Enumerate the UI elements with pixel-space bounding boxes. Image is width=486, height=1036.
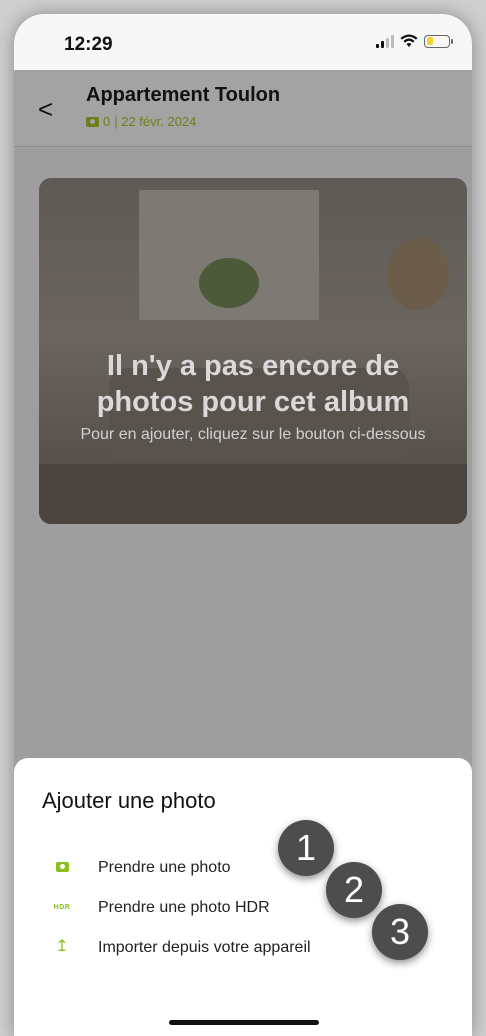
album-title: Appartement Toulon (86, 84, 281, 106)
empty-state-text: Il n'y a pas encore de photos pour cet a… (39, 348, 467, 446)
option-label: Prendre une photo HDR (98, 899, 270, 916)
battery-icon (424, 34, 453, 48)
status-bar: 12:29 (14, 14, 472, 70)
plant (199, 258, 259, 308)
add-photo-sheet: Ajouter une photo Prendre une photo HDR … (14, 758, 472, 1036)
back-button[interactable]: < (38, 94, 53, 125)
status-icons (376, 34, 453, 48)
step-badge-1: 1 (278, 820, 334, 876)
empty-state-title: Il n'y a pas encore de photos pour cet a… (96, 350, 410, 418)
camera-icon (52, 858, 72, 876)
wifi-icon (400, 34, 418, 47)
camera-icon (86, 116, 99, 127)
empty-state-subtitle: Pour en ajouter, cliquez sur le bouton c… (80, 426, 426, 443)
option-label: Importer depuis votre appareil (98, 939, 311, 956)
wall-fan (387, 238, 449, 310)
floor (39, 464, 467, 524)
step-badge-3: 3 (372, 904, 428, 960)
photo-count: 0 (103, 114, 111, 129)
status-time: 12:29 (64, 34, 113, 55)
step-badge-2: 2 (326, 862, 382, 918)
phone-screen: 12:29 < Appartement Toulon 0 | 22 févr. … (14, 14, 472, 1036)
album-meta: 0 | 22 févr. 2024 (86, 114, 196, 129)
empty-state-image: Il n'y a pas encore de photos pour cet a… (39, 178, 467, 524)
album-header: < Appartement Toulon 0 | 22 févr. 2024 (14, 70, 472, 147)
hdr-icon: HDR (53, 903, 71, 911)
option-label: Prendre une photo (98, 859, 231, 876)
take-photo-option[interactable]: Prendre une photo (14, 848, 472, 888)
upload-icon: ↥ (55, 938, 69, 955)
album-date: | 22 févr. 2024 (114, 114, 197, 129)
home-indicator (169, 1020, 319, 1025)
signal-icon (376, 34, 394, 48)
sheet-title: Ajouter une photo (42, 788, 216, 813)
